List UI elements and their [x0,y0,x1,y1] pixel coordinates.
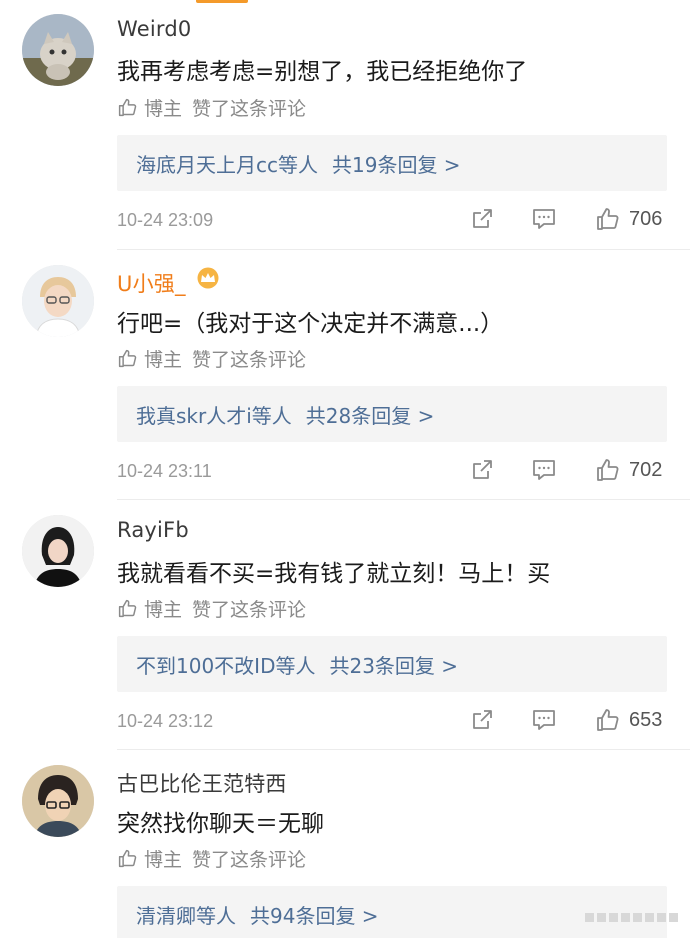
divider [117,749,690,750]
liked-this-comment-label: 赞了这条评论 [192,599,307,621]
blogger-label: 博主 [144,98,183,120]
blogger-label: 博主 [144,349,183,371]
girl-avatar-icon [22,515,94,587]
author-liked-note: 博主 赞了这条评论 [117,595,306,622]
author-liked-note: 博主 赞了这条评论 [117,94,306,121]
share-icon[interactable] [469,457,495,483]
username[interactable]: RayiFb [117,518,189,542]
boy-glasses-avatar-icon [22,265,94,337]
avatar[interactable] [22,265,94,337]
blogger-label: 博主 [144,599,183,621]
comment-text: 我再考虑考虑=别想了，我已经拒绝你了 [117,59,528,85]
reply-count: 共19条回复 > [332,152,461,177]
comment-icon[interactable] [531,206,557,232]
reply-preview-link[interactable]: 清清卿等人 共94条回复 > [117,886,667,938]
timestamp: 10-24 23:12 [117,711,214,731]
reply-users: 我真skr人才i等人 [136,403,292,428]
blogger-label: 博主 [144,849,183,871]
cat-avatar-icon [22,14,94,86]
reply-preview-link[interactable]: 我真skr人才i等人 共28条回复 > [117,386,667,442]
comment-text: 我就看看不买=我有钱了就立刻！马上！买 [117,561,551,587]
watermark [585,913,678,922]
comment-icon[interactable] [531,707,557,733]
like-count: 702 [629,459,663,481]
liked-this-comment-label: 赞了这条评论 [192,98,307,120]
like-count: 706 [629,208,663,230]
divider [117,499,690,500]
avatar[interactable] [22,765,94,837]
like-icon[interactable] [595,457,621,483]
thumbs-up-icon [118,849,137,868]
reply-users: 清清卿等人 [136,903,236,928]
share-icon[interactable] [469,707,495,733]
comment-meta: 10-24 23:11 702 [117,457,677,487]
timestamp: 10-24 23:11 [117,461,212,481]
comment-icon[interactable] [531,457,557,483]
reply-preview-link[interactable]: 不到100不改ID等人 共23条回复 > [117,636,667,692]
comment-text: 行吧=（我对于这个决定并不满意...） [117,311,504,337]
reply-preview-link[interactable]: 海底月天上月cc等人 共19条回复 > [117,135,667,191]
like-icon[interactable] [595,206,621,232]
share-icon[interactable] [469,206,495,232]
thumbs-up-icon [118,98,137,117]
reply-count: 共23条回复 > [329,653,459,678]
anime-glasses-avatar-icon [22,765,94,837]
like-icon[interactable] [595,707,621,733]
avatar[interactable] [22,14,94,86]
crown-icon [197,267,219,289]
like-count: 653 [629,709,663,731]
reply-users: 不到100不改ID等人 [136,653,316,678]
reply-users: 海底月天上月cc等人 [136,152,318,177]
comment-meta: 10-24 23:09 706 [117,206,677,236]
comment-meta: 10-24 23:12 653 [117,707,677,737]
thumbs-up-icon [118,349,137,368]
weibo-comment-list: Weird0 我再考虑考虑=别想了，我已经拒绝你了 博主 赞了这条评论 海底月天… [0,0,690,938]
username[interactable]: 古巴比伦王范特西 [117,768,287,798]
username[interactable]: U小强_ [117,268,186,298]
liked-this-comment-label: 赞了这条评论 [192,349,307,371]
author-liked-note: 博主 赞了这条评论 [117,845,306,872]
timestamp: 10-24 23:09 [117,210,214,230]
avatar[interactable] [22,515,94,587]
reply-count: 共94条回复 > [250,903,379,928]
liked-this-comment-label: 赞了这条评论 [192,849,307,871]
divider [117,249,690,250]
author-liked-note: 博主 赞了这条评论 [117,345,306,372]
reply-count: 共28条回复 > [305,403,435,428]
thumbs-up-icon [118,599,137,618]
active-tab-indicator [196,0,248,3]
username[interactable]: Weird0 [117,17,191,41]
comment-text: 突然找你聊天＝无聊 [117,811,324,837]
